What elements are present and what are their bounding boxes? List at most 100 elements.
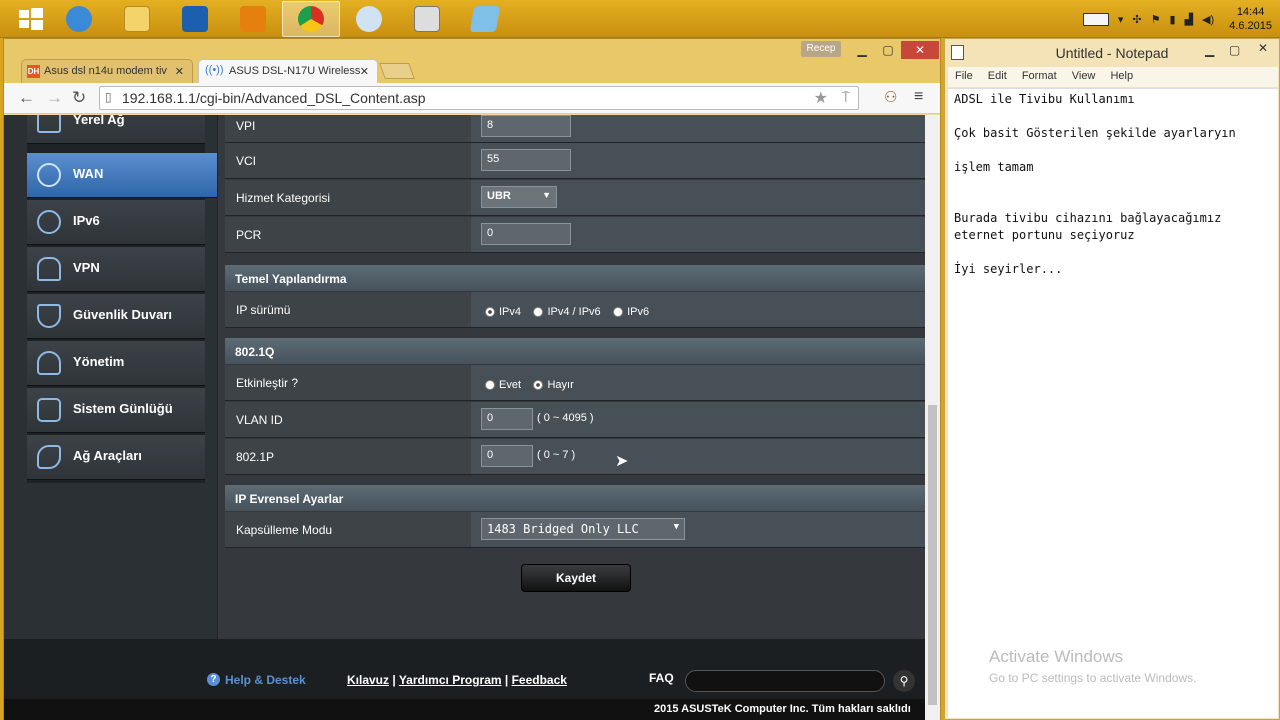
sidebar-item-label: Yerel Ağ: [73, 115, 125, 127]
new-tab-button[interactable]: [379, 63, 415, 79]
sidebar-item-vpn[interactable]: VPN: [27, 247, 205, 292]
feedback-link[interactable]: Feedback: [512, 673, 567, 687]
shield-icon: [37, 304, 61, 328]
dot1p-input[interactable]: 0: [481, 445, 533, 467]
menu-format[interactable]: Format: [1022, 70, 1057, 82]
vlan-id-input[interactable]: 0: [481, 408, 533, 430]
close-window-button[interactable]: ✕: [1247, 41, 1279, 59]
windows-logo-icon: [19, 8, 43, 30]
vci-input[interactable]: 55: [481, 149, 571, 171]
menu-file[interactable]: File: [955, 70, 973, 82]
notepad-text-area[interactable]: ADSL ile Tivibu Kullanımı Çok basit Göst…: [948, 88, 1278, 718]
vci-row: VCI 55: [225, 143, 925, 179]
clock-date: 4.6.2015: [1229, 20, 1272, 32]
minimize-button[interactable]: ▁: [849, 41, 875, 59]
taskbar-outlook-button[interactable]: [224, 1, 282, 37]
sidebar-item-label: IPv6: [73, 213, 100, 228]
wireless-favicon-icon: ((•)): [205, 64, 224, 76]
manual-link[interactable]: Kılavuz: [347, 673, 389, 687]
battery-icon[interactable]: ▮: [1170, 13, 1176, 26]
tab-asus-search[interactable]: DH Asus dsl n14u modem tiv ✕: [21, 59, 193, 83]
address-bar[interactable]: ▯ 192.168.1.1/cgi-bin/Advanced_DSL_Conte…: [99, 86, 859, 110]
clock-time: 14:44: [1236, 6, 1265, 18]
taskbar-chrome-button[interactable]: [282, 1, 340, 37]
sidebar-item-firewall[interactable]: Güvenlik Duvarı: [27, 294, 205, 339]
clock[interactable]: 14:44 4.6.2015: [1229, 5, 1272, 33]
lync-icon: [182, 6, 208, 32]
settings-panel: VPI 8 VCI 55 Hizmet Kategorisi UBR ▼ PCR …: [217, 115, 925, 639]
scrollbar-thumb[interactable]: [928, 405, 937, 705]
sidebar-item-label: VPN: [73, 260, 100, 275]
taskbar: ▾ ✣ ⚑ ▮ ▟ ◀) 14:44 4.6.2015: [0, 0, 1280, 38]
encap-row: Kapsülleme Modu 1483 Bridged Only LLC ▼: [225, 512, 925, 548]
activate-windows-title: Activate Windows: [989, 647, 1124, 666]
search-icon[interactable]: ⚲: [893, 670, 915, 692]
chevron-down-icon[interactable]: ▾: [1118, 13, 1124, 26]
enable-yes-radio[interactable]: [485, 379, 495, 390]
vlan-id-row: VLAN ID 0 ( 0 ~ 4095 ): [225, 402, 925, 438]
sidebar-item-lan[interactable]: Yerel Ağ: [27, 115, 205, 144]
volume-icon[interactable]: ◀): [1202, 13, 1214, 26]
forward-icon[interactable]: →: [46, 88, 63, 108]
ipv4-ipv6-radio[interactable]: [533, 306, 544, 317]
close-tab-icon[interactable]: ✕: [175, 65, 184, 78]
dot1p-range: ( 0 ~ 7 ): [537, 449, 576, 461]
minimize-button[interactable]: ▁: [1205, 43, 1214, 57]
reload-icon[interactable]: ↻: [72, 88, 86, 108]
maximize-button[interactable]: ▢: [875, 41, 901, 59]
menu-view[interactable]: View: [1072, 70, 1096, 82]
activate-windows-subtitle: Go to PC settings to activate Windows.: [989, 671, 1197, 685]
tab-asus-router[interactable]: ((•)) ASUS DSL-N17U Wireless ✕: [198, 59, 378, 83]
encap-select[interactable]: 1483 Bridged Only LLC ▼: [481, 518, 685, 540]
extension-icon[interactable]: ⚇: [884, 88, 897, 106]
taskbar-ie-button[interactable]: [50, 1, 108, 37]
profile-badge[interactable]: Recep: [801, 41, 841, 57]
menu-help[interactable]: Help: [1110, 70, 1133, 82]
ip-version-label: IP sürümü: [236, 303, 291, 317]
pin-icon[interactable]: ⍑: [842, 89, 850, 106]
encap-label: Kapsülleme Modu: [236, 523, 333, 537]
enable-no-radio[interactable]: [533, 379, 544, 390]
flag-icon[interactable]: ⚑: [1151, 13, 1161, 26]
help-icon: ?: [207, 673, 220, 686]
pcr-input[interactable]: 0: [481, 223, 571, 245]
network-icon[interactable]: ✣: [1132, 13, 1141, 26]
user-icon: [37, 351, 61, 375]
service-category-select[interactable]: UBR ▼: [481, 186, 557, 208]
close-window-button[interactable]: ✕: [901, 41, 939, 59]
utility-link[interactable]: Yardımcı Program: [399, 673, 502, 687]
dot1p-label: 802.1P: [236, 450, 275, 464]
taskbar-explorer-button[interactable]: [108, 1, 166, 37]
taskbar-notepad-button[interactable]: [456, 1, 514, 37]
signal-icon[interactable]: ▟: [1185, 13, 1193, 26]
tab-label: ASUS DSL-N17U Wireless: [229, 65, 361, 77]
tab-label: Asus dsl n14u modem tiv: [44, 65, 167, 77]
log-icon: [37, 398, 61, 422]
menu-icon[interactable]: ≡: [914, 88, 923, 106]
menu-edit[interactable]: Edit: [988, 70, 1007, 82]
ipv4-radio[interactable]: [485, 306, 495, 317]
sidebar-item-syslog[interactable]: Sistem Günlüğü: [27, 388, 205, 433]
sidebar-item-wan[interactable]: WAN: [27, 153, 217, 198]
ipv6-icon: [37, 210, 61, 234]
faq-search-input[interactable]: [685, 670, 885, 692]
sidebar-item-tools[interactable]: Ağ Araçları: [27, 435, 205, 480]
taskbar-scanner-button[interactable]: [398, 1, 456, 37]
ip-version-row: IP sürümü IPv4 IPv4 / IPv6 IPv6: [225, 292, 925, 328]
ipv6-radio[interactable]: [613, 306, 624, 317]
close-tab-icon[interactable]: ✕: [360, 65, 369, 78]
vertical-scrollbar[interactable]: [925, 115, 940, 720]
help-link[interactable]: Help & Destek: [225, 673, 306, 687]
back-icon[interactable]: ←: [18, 88, 35, 108]
taskbar-paint-button[interactable]: [340, 1, 398, 37]
star-icon[interactable]: ★: [814, 88, 828, 108]
maximize-button[interactable]: ▢: [1229, 43, 1240, 57]
taskbar-lync-button[interactable]: [166, 1, 224, 37]
vpi-input[interactable]: 8: [481, 115, 571, 137]
vlan-id-range: ( 0 ~ 4095 ): [537, 412, 594, 424]
sidebar-item-admin[interactable]: Yönetim: [27, 341, 205, 386]
keyboard-icon[interactable]: [1082, 12, 1109, 26]
sidebar-item-ipv6[interactable]: IPv6: [27, 200, 205, 245]
page-icon: ▯: [105, 90, 112, 104]
save-button[interactable]: Kaydet: [521, 564, 631, 592]
